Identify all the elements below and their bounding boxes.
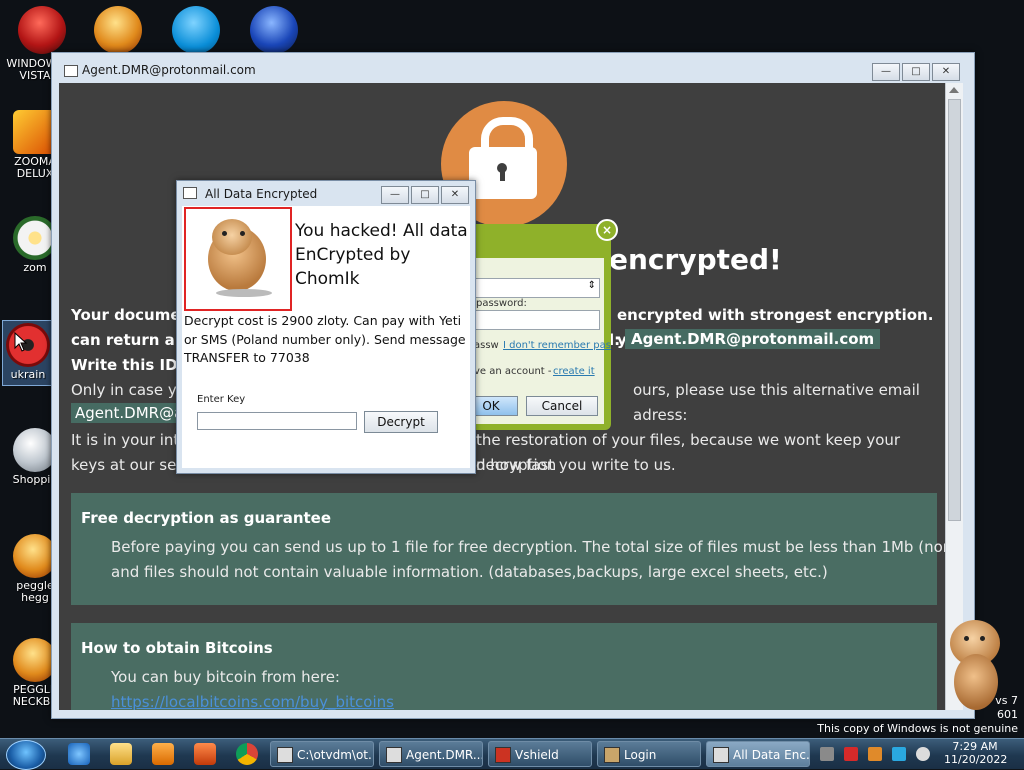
login-form: ⇕ password: assw I don't remember pas ve… <box>464 258 611 424</box>
scroll-up-icon[interactable] <box>949 87 959 93</box>
encrypted-dialog[interactable]: All Data Encrypted — □ ✕ You hacked! All… <box>176 180 476 474</box>
skype-icon[interactable] <box>172 6 220 54</box>
decrypt-button[interactable]: Decrypt <box>364 411 438 433</box>
tray-tool-icon[interactable] <box>868 747 882 761</box>
build-line: 601 <box>997 708 1018 721</box>
peggle-icon[interactable] <box>94 6 142 54</box>
dialog-heading: You hacked! All data EnCrypted by ChomIk <box>295 221 468 289</box>
minimize-button[interactable]: — <box>381 186 409 204</box>
free-decryption-panel: Free decryption as guarantee Before payi… <box>71 493 945 605</box>
forgot-password-link[interactable]: I don't remember pas <box>503 340 611 351</box>
username-select[interactable]: ⇕ <box>464 278 600 298</box>
panel-title: Free decryption as guarantee <box>81 509 332 527</box>
window-icon <box>386 747 402 763</box>
chrome-icon[interactable] <box>236 743 258 765</box>
tray-app-icon[interactable] <box>820 747 834 761</box>
cancel-button[interactable]: Cancel <box>526 396 598 416</box>
taskbar-button-label: All Data Enc... <box>733 748 810 762</box>
window-titlebar[interactable]: Agent.DMR@protonmail.com — □ ✕ <box>56 57 968 81</box>
para4-end: ours, please use this alternative email … <box>633 381 920 424</box>
dialog-message: Decrypt cost is 2900 zloty. Can pay with… <box>184 313 466 365</box>
login-close-icon[interactable]: × <box>596 219 618 241</box>
taskbar-button-agent[interactable]: Agent.DMR... <box>379 741 483 767</box>
keyhole-slot <box>500 169 505 181</box>
taskbar-button-all-data-encrypted[interactable]: All Data Enc... <box>706 741 810 767</box>
radiation-icon <box>6 323 50 367</box>
taskbar-button-label: C:\otvdm\ot... <box>297 748 374 762</box>
panel-text: and files should not contain valuable in… <box>111 563 828 581</box>
dialog-title: All Data Encrypted <box>205 187 318 201</box>
bitcoin-panel: How to obtain Bitcoins You can buy bitco… <box>71 623 937 710</box>
tray-v-icon[interactable] <box>844 747 858 761</box>
panel-text: You can buy bitcoin from here: <box>111 668 340 686</box>
media-player-icon[interactable] <box>152 743 174 765</box>
cmd-icon <box>277 747 293 763</box>
minimize-button[interactable]: — <box>872 63 900 81</box>
dialog-body: You hacked! All data EnCrypted by ChomIk… <box>182 206 470 468</box>
globe-app-icon[interactable] <box>250 6 298 54</box>
para3: Write this ID i <box>71 356 188 374</box>
page-headline: encrypted! <box>609 243 782 276</box>
mouse-cursor-icon <box>14 332 28 352</box>
windows-version-watermark: vs 7 601 <box>995 694 1018 722</box>
close-button[interactable]: ✕ <box>441 186 469 204</box>
panel-title: How to obtain Bitcoins <box>81 639 273 657</box>
dialog-titlebar[interactable]: All Data Encrypted — □ ✕ <box>177 181 475 205</box>
para6-start: keys at our serv <box>71 456 192 474</box>
password-label: password: <box>476 298 527 309</box>
ie-icon[interactable] <box>68 743 90 765</box>
window-icon <box>183 187 197 199</box>
clock-time: 7:29 AM <box>952 740 998 753</box>
window-title: Agent.DMR@protonmail.com <box>82 63 256 77</box>
para6-end: n how fast you write to us. <box>476 456 676 474</box>
window-icon <box>713 747 729 763</box>
explorer-icon[interactable] <box>110 743 132 765</box>
taskbar: C:\otvdm\ot... Agent.DMR... Vshield Logi… <box>0 738 1024 770</box>
para2-start: can return all <box>71 331 186 349</box>
key-label: Enter Key <box>197 394 246 405</box>
clock-date: 11/20/2022 <box>944 753 1008 766</box>
tray-network-icon[interactable] <box>892 747 906 761</box>
vshield-icon <box>495 747 511 763</box>
login-window[interactable]: ⇕ password: assw I don't remember pas ve… <box>455 224 611 430</box>
desktop-icon-label: ukrain <box>10 368 46 381</box>
start-button[interactable] <box>6 740 46 770</box>
taskbar-button-cmd[interactable]: C:\otvdm\ot... <box>270 741 374 767</box>
taskbar-button-label: Agent.DMR... <box>406 748 483 762</box>
window-icon <box>64 65 78 77</box>
remember-label: assw <box>474 340 499 351</box>
taskbar-button-label: Vshield <box>515 748 559 762</box>
maximize-button[interactable]: □ <box>902 63 930 81</box>
app-icon[interactable] <box>194 743 216 765</box>
taskbar-button-login[interactable]: Login <box>597 741 701 767</box>
login-icon <box>604 747 620 763</box>
desktop-icon-ukrain[interactable]: ukrain <box>2 320 54 386</box>
key-input[interactable] <box>197 412 357 430</box>
close-button[interactable]: ✕ <box>932 63 960 81</box>
version-line: vs 7 <box>995 694 1018 707</box>
scroll-thumb[interactable] <box>948 99 961 521</box>
system-clock[interactable]: 7:29 AM 11/20/2022 <box>944 740 1008 766</box>
windows-vista-icon[interactable] <box>18 6 66 54</box>
taskbar-button-vshield[interactable]: Vshield <box>488 741 592 767</box>
hamster-image <box>184 207 292 311</box>
password-field[interactable] <box>464 310 600 330</box>
account-text: ve an account - <box>474 366 552 377</box>
bitcoin-link[interactable]: https://localbitcoins.com/buy_bitcoins <box>111 690 394 710</box>
para1-start: Your documen <box>71 306 192 324</box>
panel-text: Before paying you can send us up to 1 fi… <box>111 538 945 556</box>
maximize-button[interactable]: □ <box>411 186 439 204</box>
not-genuine-watermark: This copy of Windows is not genuine <box>817 722 1018 735</box>
taskbar-button-label: Login <box>624 748 657 762</box>
contact-email[interactable]: Agent.DMR@protonmail.com <box>625 329 881 349</box>
dropdown-arrow-icon: ⇕ <box>587 280 596 291</box>
create-account-link[interactable]: create it <box>553 366 595 377</box>
tray-volume-icon[interactable] <box>916 747 930 761</box>
